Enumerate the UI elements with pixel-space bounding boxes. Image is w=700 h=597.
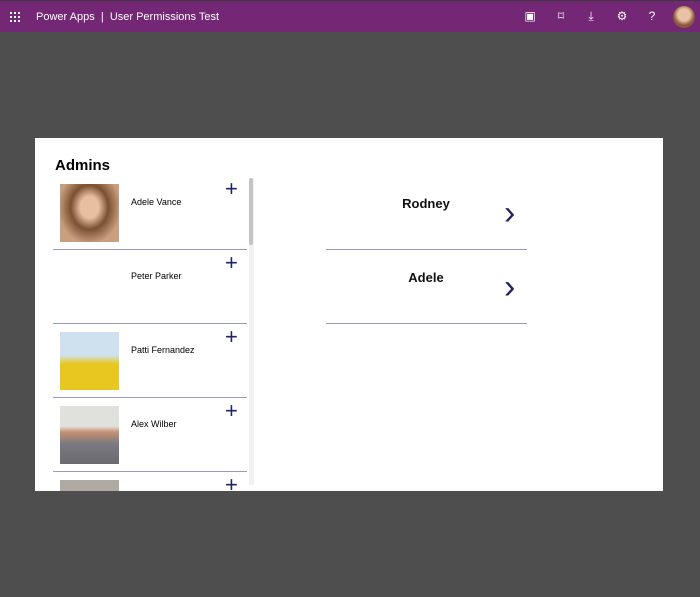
admins-gallery: Adele Vance + Peter Parker + Patti Ferna… (53, 176, 255, 491)
app-canvas: Admins Adele Vance + Peter Parker + Patt… (35, 138, 663, 491)
admin-row[interactable]: Patti Fernandez + (53, 324, 247, 398)
admin-row[interactable]: Peter Parker + (53, 250, 247, 324)
admin-name: Alex Wilber (131, 419, 177, 429)
top-bar: Power Apps | User Permissions Test ▣ ⌑ ⤓… (0, 0, 700, 32)
admin-name: Patti Fernandez (131, 345, 195, 355)
add-icon[interactable]: + (225, 178, 238, 200)
admin-photo (60, 406, 119, 464)
admin-photo (60, 480, 119, 491)
download-icon[interactable]: ⤓ (583, 9, 599, 24)
user-avatar[interactable] (673, 6, 695, 28)
admin-row[interactable]: Alex Wilber + (53, 398, 247, 472)
admin-row[interactable]: + (53, 472, 247, 491)
add-icon[interactable]: + (225, 474, 238, 492)
app-launcher-icon[interactable] (10, 12, 20, 22)
admin-name: Peter Parker (131, 271, 182, 281)
selected-user-item[interactable]: Rodney › (326, 176, 527, 250)
admin-photo (60, 184, 119, 242)
admins-heading: Admins (55, 157, 111, 174)
selected-user-name: Adele (408, 270, 444, 285)
admin-name: Adele Vance (131, 197, 182, 207)
teams-icon[interactable]: ▣ (522, 9, 538, 23)
gallery-scrollbar[interactable] (249, 178, 254, 485)
selected-user-name: Rodney (402, 196, 450, 211)
app-title: Power Apps | User Permissions Test (36, 11, 220, 23)
scrollbar-thumb[interactable] (249, 178, 253, 245)
selected-user-item[interactable]: Adele › (326, 250, 527, 324)
add-icon[interactable]: + (225, 400, 238, 422)
fit-to-screen-icon[interactable]: ⌑ (553, 9, 569, 23)
chevron-right-icon[interactable]: › (504, 196, 515, 230)
admin-photo (60, 332, 119, 390)
settings-icon[interactable]: ⚙ (614, 9, 630, 23)
admin-row[interactable]: Adele Vance + (53, 176, 247, 250)
help-icon[interactable]: ? (644, 9, 660, 23)
add-icon[interactable]: + (225, 252, 238, 274)
add-icon[interactable]: + (225, 326, 238, 348)
chevron-right-icon[interactable]: › (504, 270, 515, 304)
